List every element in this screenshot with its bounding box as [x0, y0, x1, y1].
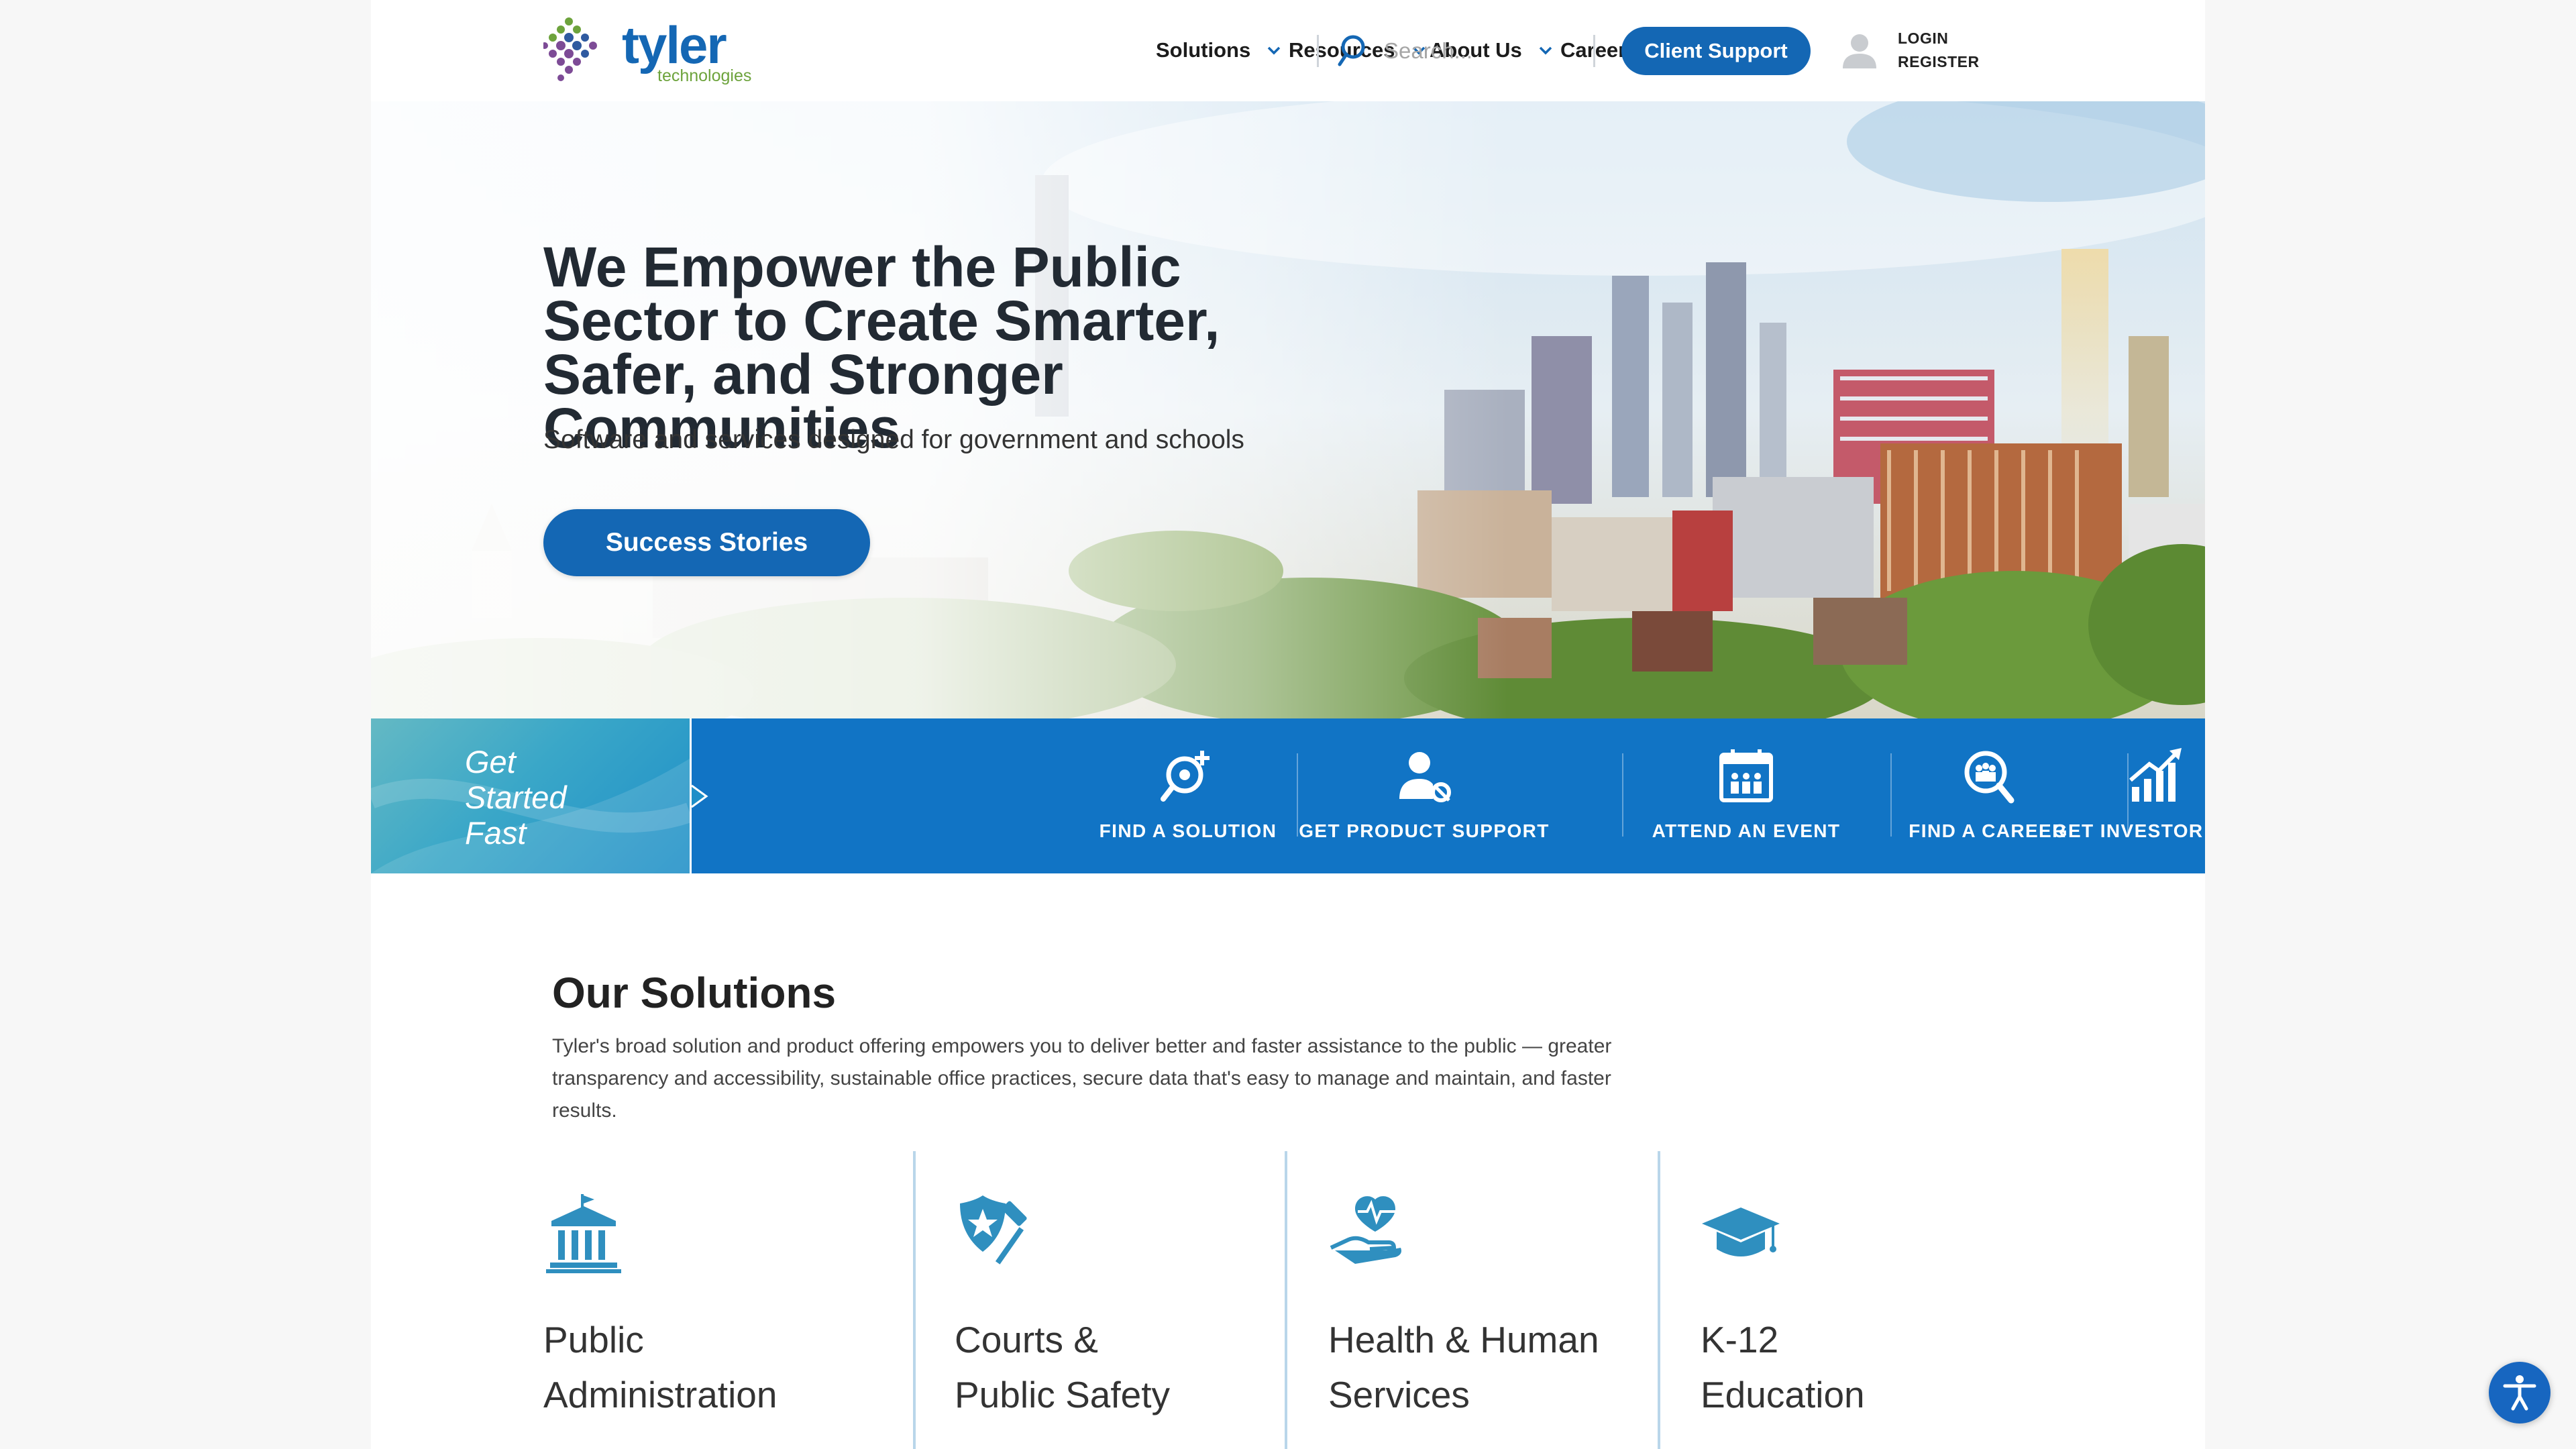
- nav-divider: [1317, 35, 1319, 67]
- register-link[interactable]: REGISTER: [1898, 53, 1980, 71]
- tyler-logo[interactable]: tyler technologies: [543, 16, 751, 87]
- nav-label: Solutions: [1156, 38, 1251, 62]
- find-career-link[interactable]: FIND A CAREER: [1907, 718, 2068, 873]
- badge-gavel-icon: [960, 1195, 1027, 1265]
- heart-hand-icon: [1330, 1196, 1401, 1264]
- get-started-label: Get Started Fast: [465, 744, 567, 851]
- graduation-cap-icon: [1702, 1208, 1780, 1256]
- solution-label-line1: Health & Human: [1328, 1319, 1599, 1360]
- solutions-heading: Our Solutions: [552, 966, 836, 1020]
- solution-k12-education[interactable]: K-12 Education: [1701, 1151, 2049, 1449]
- band-divider: [1622, 753, 1623, 837]
- career-search-icon: [1964, 751, 2015, 804]
- solution-label-line2: Administration: [543, 1374, 777, 1415]
- calendar-event-icon: [1719, 749, 1773, 802]
- login-link[interactable]: LOGIN: [1898, 30, 1948, 48]
- solutions-heading-bold: Solutions: [640, 969, 837, 1017]
- find-career-label: FIND A CAREER: [1909, 820, 2067, 841]
- solution-divider: [1658, 1151, 1660, 1449]
- site-header: tyler technologies Solutions Resources A…: [371, 0, 2205, 101]
- hero-title: We Empower the Public Sector to Create S…: [543, 235, 1220, 460]
- attend-event-link[interactable]: ATTEND AN EVENT: [1646, 718, 1847, 873]
- growth-chart-icon: [2129, 748, 2182, 802]
- solutions-description: Tyler's broad solution and product offer…: [552, 1035, 1612, 1122]
- solution-label-line2: Public Safety: [955, 1374, 1171, 1415]
- page: tyler technologies Solutions Resources A…: [371, 0, 2205, 1449]
- solution-divider: [913, 1151, 916, 1449]
- success-stories-button[interactable]: Success Stories: [543, 509, 870, 576]
- attend-event-label: ATTEND AN EVENT: [1652, 820, 1841, 841]
- logo-subtext: technologies: [657, 66, 752, 85]
- find-solution-link[interactable]: FIND A SOLUTION: [1099, 718, 1276, 873]
- get-started-panel: Get Started Fast: [371, 718, 690, 873]
- hero-banner: We Empower the Public Sector to Create S…: [371, 101, 2205, 718]
- solution-public-administration[interactable]: Public Administration: [543, 1151, 892, 1449]
- accessibility-button[interactable]: [2489, 1362, 2551, 1424]
- accessibility-icon: [2503, 1375, 2536, 1411]
- solution-label: K-12 Education: [1701, 1312, 2009, 1422]
- solution-label-line2: Education: [1701, 1374, 1865, 1415]
- government-building-icon: [546, 1194, 621, 1273]
- solutions-heading-light: Our: [552, 969, 629, 1017]
- solution-label-line1: Public: [543, 1319, 644, 1360]
- investor-info-label: GET INVESTOR INFO: [2052, 820, 2205, 841]
- nav-solutions[interactable]: Solutions: [1156, 34, 1284, 67]
- product-support-link[interactable]: GET PRODUCT SUPPORT: [1299, 718, 1548, 873]
- search-input[interactable]: [1384, 32, 1585, 70]
- user-avatar-icon[interactable]: [1839, 30, 1880, 71]
- solution-label: Courts & Public Safety: [955, 1312, 1263, 1422]
- investor-info-link[interactable]: GET INVESTOR INFO: [2052, 718, 2205, 873]
- tyler-logo-mark-icon: [543, 17, 597, 81]
- search-icon[interactable]: [1337, 34, 1366, 68]
- solution-label: Public Administration: [543, 1312, 852, 1422]
- chevron-down-icon: [1264, 40, 1284, 60]
- solution-label-line1: Courts &: [955, 1319, 1098, 1360]
- product-support-icon: [1399, 752, 1451, 802]
- hero-subtitle: Software and services designed for gover…: [543, 425, 1244, 454]
- search-divider: [1593, 35, 1595, 67]
- band-divider: [1890, 753, 1892, 837]
- solution-health-human-services[interactable]: Health & Human Services: [1328, 1151, 1677, 1449]
- solution-divider: [1285, 1151, 1287, 1449]
- solution-label: Health & Human Services: [1328, 1312, 1637, 1422]
- product-support-label: GET PRODUCT SUPPORT: [1299, 820, 1550, 841]
- find-solution-label: FIND A SOLUTION: [1099, 820, 1277, 841]
- solution-search-icon: [1161, 751, 1210, 802]
- solution-courts-public-safety[interactable]: Courts & Public Safety: [955, 1151, 1303, 1449]
- get-started-band: Get Started Fast FIND A SOLUTION GET PRO…: [371, 718, 2205, 873]
- chevron-right-icon: [690, 718, 708, 873]
- solution-label-line2: Services: [1328, 1374, 1470, 1415]
- band-divider: [1297, 753, 1298, 837]
- solution-label-line1: K-12: [1701, 1319, 1779, 1360]
- client-support-button[interactable]: Client Support: [1621, 27, 1811, 75]
